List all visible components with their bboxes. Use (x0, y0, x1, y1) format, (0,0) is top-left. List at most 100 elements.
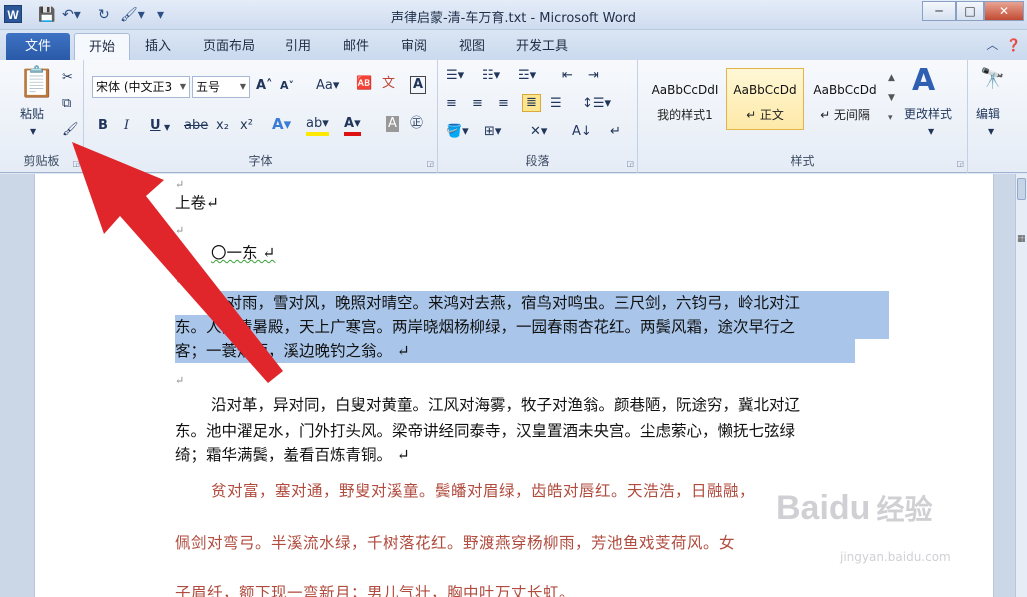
ruler-toggle-icon[interactable]: ▦ (1017, 234, 1026, 244)
tab-insert[interactable]: 插入 (134, 33, 182, 60)
bold-button[interactable]: B (98, 118, 108, 134)
para2-line1[interactable]: 沿对革，异对同，白叟对黄童。江风对海雾，牧子对渔翁。颜巷陋，阮途穷，冀北对辽 (211, 394, 800, 416)
paste-dropdown-icon[interactable]: ▼ (30, 124, 36, 140)
show-marks-icon[interactable]: ↵ (610, 124, 621, 140)
highlight-icon[interactable]: ab▾ (306, 116, 329, 136)
selection-line-3b (425, 339, 855, 363)
ribbon-tab-row: 文件 开始 插入 页面布局 引用 邮件 审阅 视图 开发工具 ︿ ❓ (0, 30, 1027, 60)
align-center-icon[interactable]: ≡ (472, 96, 483, 112)
cut-icon[interactable]: ✂ (62, 70, 73, 86)
title-bar: W 💾 ↶▾ ↻ 🖌▾ ▾ 声律启蒙-清-车万育.txt - Microsoft… (0, 0, 1027, 30)
editing-group: 🔭 编辑 ▼ (968, 60, 1016, 173)
font-color-button[interactable]: A▾ (344, 116, 361, 136)
watermark-url: jingyan.baidu.com (840, 550, 951, 564)
change-styles-dropdown-icon[interactable]: ▼ (928, 124, 934, 140)
decrease-indent-icon[interactable]: ⇤ (562, 68, 573, 84)
phonetic-guide-icon[interactable]: 文 (382, 76, 395, 92)
para2-line2[interactable]: 东。池中濯足水，门外打头风。梁帝讲经同泰寺，汉皇置酒未央宫。尘虑萦心，懒抚七弦绿 (175, 420, 795, 442)
volume-heading[interactable]: 上卷↵ (175, 192, 219, 214)
align-left-icon[interactable]: ≡ (446, 96, 457, 112)
maximize-button[interactable]: □ (956, 1, 984, 21)
font-launcher-icon[interactable]: ◲ (426, 159, 434, 168)
italic-button[interactable]: I (124, 118, 129, 134)
borders-icon[interactable]: ⊞▾ (484, 124, 501, 140)
editing-dropdown-icon[interactable]: ▼ (988, 124, 994, 140)
style-my-style-1[interactable]: AaBbCcDdI 我的样式1 (646, 68, 724, 130)
style-no-spacing[interactable]: AaBbCcDd ↵ 无间隔 (806, 68, 884, 130)
change-styles-icon[interactable]: A (912, 64, 935, 98)
char-shading-icon[interactable]: A (386, 116, 399, 132)
editing-button[interactable]: 编辑 (976, 106, 1000, 122)
font-size-combo[interactable]: 五号 ▼ (192, 76, 250, 98)
watermark-logo: Baidu 经验 (776, 489, 933, 527)
copy-icon[interactable]: ⧉ (62, 96, 71, 112)
clipboard-group: 📋 粘贴 ▼ ✂ ⧉ 🖌 剪贴板 ◲ (0, 60, 84, 173)
tab-view[interactable]: 视图 (450, 33, 494, 60)
tab-references[interactable]: 引用 (276, 33, 320, 60)
paste-icon[interactable]: 📋 (18, 66, 55, 100)
minimize-button[interactable]: ─ (922, 1, 956, 21)
chinese-layout-icon[interactable]: ✕▾ (530, 124, 547, 140)
tab-developer[interactable]: 开发工具 (506, 33, 578, 60)
tab-home[interactable]: 开始 (74, 33, 130, 60)
baidu-watermark: Baidu 经验 jingyan.baidu.com (770, 484, 1000, 584)
underline-button[interactable]: U (150, 118, 161, 134)
style-normal[interactable]: AaBbCcDd ↵ 正文 (726, 68, 804, 130)
styles-launcher-icon[interactable]: ◲ (956, 159, 964, 168)
justify-icon[interactable]: ≣ (522, 94, 541, 112)
tab-page-layout[interactable]: 页面布局 (196, 33, 262, 60)
paragraph-group: ☰▾ ☷▾ ☲▾ ⇤ ⇥ ≡ ≡ ≡ ≣ ☰ ↕☰▾ 🪣▾ ⊞▾ ✕▾ A↓ ↵… (438, 60, 638, 173)
sort-icon[interactable]: A↓ (572, 124, 592, 140)
superscript-button[interactable]: x² (240, 118, 253, 134)
vertical-scrollbar[interactable]: ▦ (1015, 174, 1027, 597)
font-name-combo[interactable]: 宋体 (中文正3 ▼ (92, 76, 190, 98)
para1-line2[interactable]: 东。人间清暑殿，天上广寒宫。两岸晓烟杨柳绿，一园春雨杏花红。两鬓风霜，途次早行之 (175, 316, 795, 338)
styles-group: AaBbCcDdI 我的样式1 AaBbCcDd ↵ 正文 AaBbCcDd ↵… (638, 60, 968, 173)
tab-review[interactable]: 审阅 (392, 33, 436, 60)
text-effect-icon[interactable]: A▾ (272, 116, 291, 132)
tab-mailings[interactable]: 邮件 (334, 33, 378, 60)
line-spacing-icon[interactable]: ↕☰▾ (582, 96, 611, 112)
styles-scroll-icon[interactable]: ▲ ▼ ▾ (888, 68, 895, 128)
shading-icon[interactable]: 🪣▾ (446, 124, 469, 140)
paste-button[interactable]: 粘贴 (20, 106, 44, 122)
font-group-label: 字体 (248, 154, 273, 168)
section-heading[interactable]: 〇一东 ↵ (211, 242, 275, 264)
grow-font-icon[interactable]: A˄ (256, 78, 273, 94)
change-case-button[interactable]: Aa▾ (316, 78, 339, 94)
binoculars-icon[interactable]: 🔭 (980, 68, 1005, 88)
shrink-font-icon[interactable]: A˅ (280, 78, 294, 94)
paragraph-mark: ↵ (175, 224, 185, 237)
help-icon[interactable]: ︿ ❓ (986, 36, 1021, 53)
styles-group-label: 样式 (790, 154, 815, 168)
para3-line3[interactable]: 子眉纤，额下现一弯新月；男儿气壮，胸中吐万丈长虹。 (175, 582, 575, 597)
multilevel-list-icon[interactable]: ☲▾ (518, 68, 536, 84)
para3-line1[interactable]: 贫对富，塞对通，野叟对溪童。鬓皤对眉绿，齿皓对唇红。天浩浩，日融融， (211, 480, 755, 502)
window-title: 声律启蒙-清-车万育.txt - Microsoft Word (390, 11, 637, 26)
distribute-icon[interactable]: ☰ (550, 96, 562, 112)
paragraph-group-label: 段落 (525, 154, 550, 168)
para2-line3[interactable]: 绮；霜华满鬓，羞看百炼青铜。 ↵ (175, 444, 410, 466)
underline-dropdown-icon[interactable]: ▼ (164, 120, 170, 136)
tab-file[interactable]: 文件 (6, 33, 70, 60)
strikethrough-button[interactable]: abe (184, 118, 208, 134)
char-border-icon[interactable]: A (410, 76, 427, 94)
change-styles-button[interactable]: 更改样式 (904, 106, 952, 122)
align-right-icon[interactable]: ≡ (498, 96, 509, 112)
scroll-thumb[interactable] (1017, 178, 1026, 200)
close-button[interactable]: ✕ (984, 1, 1024, 21)
bullets-icon[interactable]: ☰▾ (446, 68, 464, 84)
clipboard-group-label: 剪贴板 (23, 154, 60, 168)
clipboard-launcher-icon[interactable]: ◲ (72, 159, 80, 168)
para1-line3[interactable]: 客；一蓑烟雨，溪边晚钓之翁。 ↵ (175, 340, 410, 362)
para1-line1[interactable]: 云对雨，雪对风，晚照对晴空。来鸿对去燕，宿鸟对鸣虫。三尺剑，六钧弓，岭北对江 (211, 292, 800, 314)
para3-line2[interactable]: 佩剑对弯弓。半溪流水绿，千树落花红。野渡燕穿杨柳雨，芳池鱼戏芰荷风。女 (175, 532, 735, 554)
enclose-char-icon[interactable]: ㊣ (410, 116, 423, 132)
increase-indent-icon[interactable]: ⇥ (588, 68, 599, 84)
paragraph-launcher-icon[interactable]: ◲ (626, 159, 634, 168)
format-painter-icon[interactable]: 🖌 (62, 122, 79, 138)
clear-format-icon[interactable]: 🆎 (356, 76, 372, 92)
numbering-icon[interactable]: ☷▾ (482, 68, 500, 84)
font-group: 宋体 (中文正3 ▼ 五号 ▼ A˄ A˅ Aa▾ 🆎 文 A B I U ▼ ab… (84, 60, 438, 173)
subscript-button[interactable]: x₂ (216, 118, 229, 134)
